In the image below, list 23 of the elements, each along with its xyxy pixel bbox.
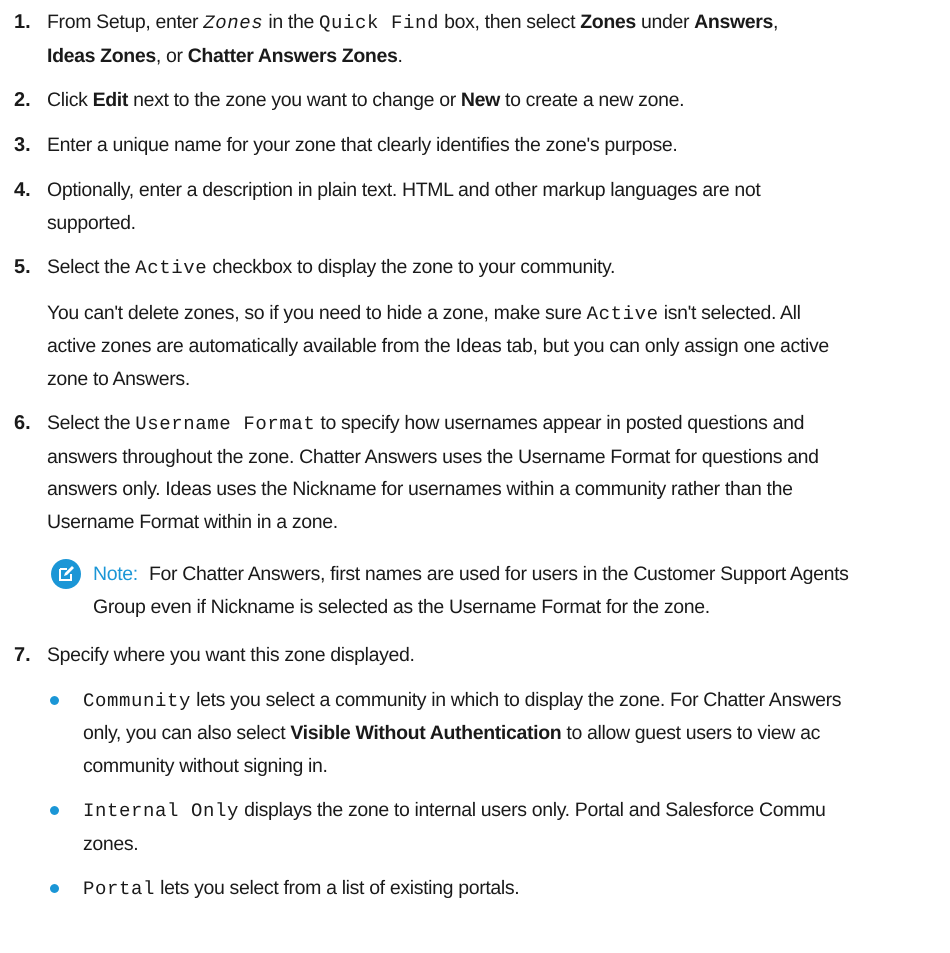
note-text: Note: For Chatter Answers, first names are used for users in the Customer Support Agents Group even if Nickname is selected as the Username Format for the zone. bbox=[93, 562, 849, 620]
step-text: Select the Username Format to specify how usernames appear in posted questions and answers throughout the zone. Chatter Answers uses the Username Format for questions and answers only. Ideas uses the Nickname for usernames within a community rather than the Username Format within in a zone. bbox=[47, 411, 820, 534]
bullet-text: Portal lets you select from a list of existing portals. bbox=[83, 876, 520, 902]
bullet-text: Community lets you select a community in which to display the zone. For Chatter Answers only, you can also select Visible Without Authentication to allow guest users to view ac community without signing in. bbox=[83, 688, 842, 778]
step-number: 4. bbox=[13, 178, 32, 203]
step-number: 6. bbox=[13, 411, 32, 436]
step-text: You can't delete zones, so if you need to hide a zone, make sure Active isn't selected. All active zones are automatically available from the Ideas tab, but you can only assign one active zone to Answers. bbox=[47, 300, 830, 392]
bullet-dot bbox=[50, 696, 59, 704]
note-edit-icon bbox=[51, 559, 81, 589]
step-number: 1. bbox=[13, 10, 32, 35]
step-text: From Setup, enter Zones in the Quick Find box, then select Zones under Answers, Ideas Zones, or Chatter Answers Zones. bbox=[47, 10, 780, 68]
step-number: 2. bbox=[13, 88, 32, 113]
step-text: Specify where you want this zone displayed. bbox=[47, 643, 416, 668]
step-number: 7. bbox=[13, 643, 32, 668]
step-text: Enter a unique name for your zone that clearly identifies the zone's purpose. bbox=[47, 133, 678, 158]
step-number: 5. bbox=[13, 255, 32, 280]
step-text: Optionally, enter a description in plain text. HTML and other markup languages are not supported. bbox=[47, 178, 762, 236]
step-text: Select the Active checkbox to display the zone to your community. bbox=[47, 255, 616, 281]
bullet-text: Internal Only displays the zone to internal users only. Portal and Salesforce Commu zones. bbox=[83, 798, 826, 856]
step-number: 3. bbox=[13, 133, 32, 158]
step-text: Click Edit next to the zone you want to change or New to create a new zone. bbox=[47, 88, 686, 113]
bullet-dot bbox=[50, 806, 59, 815]
bullet-dot bbox=[50, 884, 59, 893]
